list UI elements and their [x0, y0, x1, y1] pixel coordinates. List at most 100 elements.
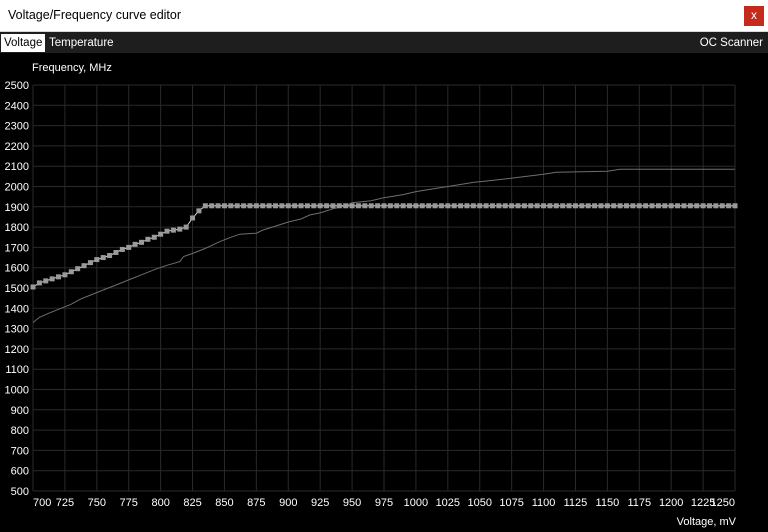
curve-point[interactable] — [49, 276, 55, 282]
curve-point[interactable] — [183, 224, 189, 230]
curve-point[interactable] — [56, 274, 62, 280]
curve-point[interactable] — [228, 203, 234, 209]
curve-point[interactable] — [509, 203, 515, 209]
curve-point[interactable] — [43, 278, 49, 284]
curve-point[interactable] — [311, 203, 317, 209]
curve-point[interactable] — [215, 203, 221, 209]
curve-point[interactable] — [502, 203, 508, 209]
curve-point[interactable] — [630, 203, 636, 209]
curve-point[interactable] — [477, 203, 483, 209]
curve-point[interactable] — [202, 203, 208, 209]
curve-point[interactable] — [126, 244, 132, 250]
curve-point[interactable] — [668, 203, 674, 209]
curve-point[interactable] — [81, 263, 87, 269]
curve-point[interactable] — [221, 203, 227, 209]
curve-point[interactable] — [726, 203, 732, 209]
curve-point[interactable] — [464, 203, 470, 209]
curve-point[interactable] — [234, 203, 240, 209]
curve-point[interactable] — [585, 203, 591, 209]
curve-point[interactable] — [285, 203, 291, 209]
curve-point[interactable] — [241, 203, 247, 209]
curve-point[interactable] — [87, 260, 93, 266]
curve-point[interactable] — [470, 203, 476, 209]
oc-scanner-button[interactable]: OC Scanner — [697, 34, 766, 52]
curve-point[interactable] — [394, 203, 400, 209]
close-button[interactable]: x — [744, 6, 764, 26]
curve-point[interactable] — [515, 203, 521, 209]
curve-point[interactable] — [407, 203, 413, 209]
curve-point[interactable] — [68, 269, 74, 275]
curve-point[interactable] — [438, 203, 444, 209]
curve-point[interactable] — [432, 203, 438, 209]
curve-point[interactable] — [138, 239, 144, 245]
curve-point[interactable] — [489, 203, 495, 209]
curve-point[interactable] — [30, 284, 36, 290]
curve-point[interactable] — [655, 203, 661, 209]
curve-point[interactable] — [572, 203, 578, 209]
curve-point[interactable] — [592, 203, 598, 209]
curve-point[interactable] — [617, 203, 623, 209]
curve-point[interactable] — [170, 227, 176, 233]
curve-point[interactable] — [381, 203, 387, 209]
curve-point[interactable] — [343, 203, 349, 209]
curve-point[interactable] — [458, 203, 464, 209]
curve-point[interactable] — [260, 203, 266, 209]
curve-point[interactable] — [560, 203, 566, 209]
curve-point[interactable] — [706, 203, 712, 209]
curve-point[interactable] — [196, 208, 202, 214]
curve-point[interactable] — [132, 241, 138, 247]
curve-point[interactable] — [604, 203, 610, 209]
tab-voltage[interactable]: Voltage — [1, 34, 46, 52]
curve-point[interactable] — [113, 249, 119, 255]
curve-point[interactable] — [324, 203, 330, 209]
curve-point[interactable] — [400, 203, 406, 209]
curve-point[interactable] — [151, 234, 157, 240]
curve-point[interactable] — [362, 203, 368, 209]
curve-point[interactable] — [681, 203, 687, 209]
curve-point[interactable] — [496, 203, 502, 209]
curve-point[interactable] — [107, 253, 113, 259]
curve-point[interactable] — [247, 203, 253, 209]
curve-point[interactable] — [636, 203, 642, 209]
curve-point[interactable] — [566, 203, 572, 209]
curve-point[interactable] — [145, 236, 151, 242]
curve-point[interactable] — [579, 203, 585, 209]
curve-point[interactable] — [694, 203, 700, 209]
curve-point[interactable] — [643, 203, 649, 209]
curve-point[interactable] — [534, 203, 540, 209]
curve-point[interactable] — [649, 203, 655, 209]
curve-point[interactable] — [158, 231, 164, 237]
curve-point[interactable] — [119, 246, 125, 252]
curve-point[interactable] — [292, 203, 298, 209]
curve-point[interactable] — [713, 203, 719, 209]
curve-point[interactable] — [75, 266, 81, 272]
curve-point[interactable] — [266, 203, 272, 209]
curve-point[interactable] — [317, 203, 323, 209]
curve-point[interactable] — [298, 203, 304, 209]
curve-point[interactable] — [528, 203, 534, 209]
curve-point[interactable] — [336, 203, 342, 209]
curve-point[interactable] — [521, 203, 527, 209]
curve-point[interactable] — [273, 203, 279, 209]
curve-point[interactable] — [330, 203, 336, 209]
curve-point[interactable] — [413, 203, 419, 209]
curve-point[interactable] — [253, 203, 259, 209]
curve-point[interactable] — [279, 203, 285, 209]
curve-point[interactable] — [624, 203, 630, 209]
curve-point[interactable] — [598, 203, 604, 209]
vf-curve-chart[interactable]: 500 600 700 800 900 1000 1100 1200 1300 1400 1500 1… — [0, 53, 768, 532]
curve-point[interactable] — [483, 203, 489, 209]
curve-point[interactable] — [541, 203, 547, 209]
curve-point[interactable] — [553, 203, 559, 209]
curve-point[interactable] — [190, 215, 196, 221]
curve-point[interactable] — [36, 280, 42, 286]
curve-point[interactable] — [675, 203, 681, 209]
curve-point[interactable] — [662, 203, 668, 209]
curve-point[interactable] — [445, 203, 451, 209]
tab-temperature[interactable]: Temperature — [46, 34, 117, 52]
curve-point[interactable] — [164, 228, 170, 234]
curve-point[interactable] — [687, 203, 693, 209]
curve-point[interactable] — [547, 203, 553, 209]
curve-point[interactable] — [375, 203, 381, 209]
curve-point[interactable] — [426, 203, 432, 209]
